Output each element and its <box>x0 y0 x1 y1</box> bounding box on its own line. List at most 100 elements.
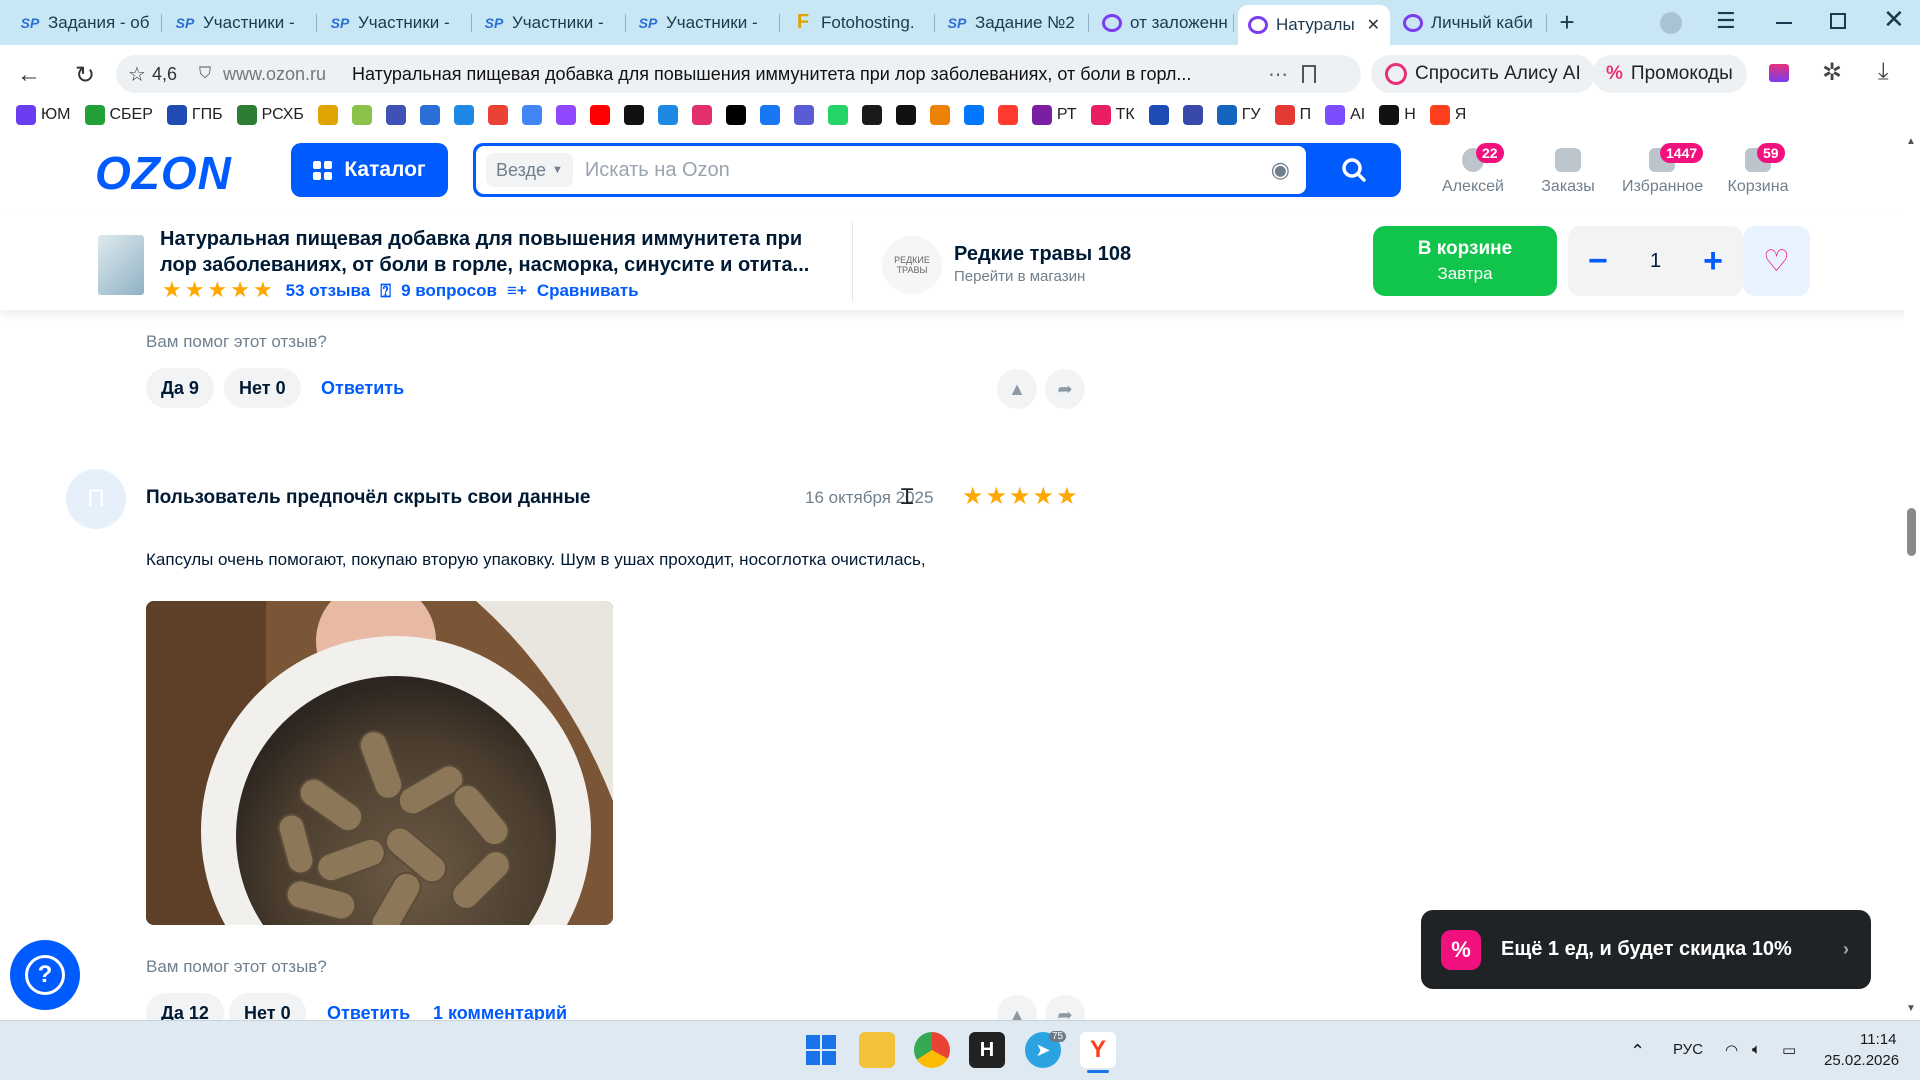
reload-icon[interactable]: ↻ <box>70 60 100 90</box>
plus-button[interactable]: + <box>1703 242 1723 281</box>
helpful-yes-button[interactable]: Да 9 <box>146 368 214 408</box>
volume-icon[interactable]: 🔈︎ <box>1752 1041 1761 1058</box>
bookmark-item[interactable] <box>793 105 814 125</box>
reply-link[interactable]: Ответить <box>321 378 404 399</box>
favorite-button[interactable]: ♡ <box>1743 226 1810 296</box>
alice-button[interactable]: Спросить Алису AI <box>1371 55 1595 93</box>
bookmark-item[interactable]: ЮМ <box>16 105 71 125</box>
bookmark-item[interactable] <box>1148 105 1169 125</box>
bookmark-item[interactable] <box>555 105 576 125</box>
bookmark-item[interactable]: ТК <box>1090 105 1135 125</box>
browser-tab[interactable]: F Fotohosting. <box>783 6 935 39</box>
bookmark-item[interactable]: Я <box>1429 105 1466 125</box>
search-scope-select[interactable]: Везде ▼ <box>486 153 573 187</box>
restore-window-icon[interactable] <box>1830 13 1846 29</box>
browser-tab[interactable]: SP Участники - <box>628 6 780 39</box>
product-title[interactable]: Натуральная пищевая добавка для повышени… <box>160 226 840 278</box>
bookmark-item[interactable] <box>487 105 508 125</box>
clock-time[interactable]: 11:14 <box>1860 1031 1896 1048</box>
bookmark-item[interactable] <box>1182 105 1203 125</box>
back-arrow-icon[interactable]: ← <box>14 60 44 90</box>
windows-start-icon[interactable] <box>803 1032 839 1068</box>
shop-link[interactable]: Перейти в магазин <box>954 268 1085 285</box>
yandex-browser-icon[interactable]: Y <box>1080 1032 1116 1068</box>
bookmark-item[interactable]: СБЕР <box>84 105 153 125</box>
file-explorer-icon[interactable] <box>859 1032 895 1068</box>
bookmark-item[interactable] <box>759 105 780 125</box>
new-tab-button[interactable]: + <box>1554 9 1580 36</box>
bookmark-item[interactable] <box>691 105 712 125</box>
report-warning-icon[interactable]: ▲ <box>997 369 1037 409</box>
minus-button[interactable]: − <box>1588 242 1608 281</box>
bookmark-item[interactable] <box>589 105 610 125</box>
more-icon[interactable]: ⋯ <box>1268 62 1288 87</box>
browser-tab[interactable]: SP Участники - <box>165 6 317 39</box>
close-tab-icon[interactable]: ✕ <box>1367 15 1380 35</box>
bookmark-item[interactable] <box>861 105 882 125</box>
bookmark-item[interactable]: П <box>1274 105 1311 125</box>
shield-icon[interactable]: ⛉ <box>199 65 211 83</box>
address-bar[interactable]: ☆ 4,6 ⛉ www.ozon.ru Натуральная пищевая … <box>116 55 1361 93</box>
catalog-button[interactable]: Каталог <box>291 143 448 197</box>
wifi-icon[interactable]: ◠ <box>1725 1041 1738 1059</box>
chrome-icon[interactable] <box>914 1032 950 1068</box>
browser-tab[interactable]: Личный каби <box>1393 6 1547 39</box>
bookmark-item[interactable] <box>453 105 474 125</box>
bookmark-item[interactable]: Н <box>1379 105 1416 125</box>
battery-icon[interactable]: ▭ <box>1782 1041 1796 1059</box>
bookmark-item[interactable]: ГПБ <box>166 105 223 125</box>
shop-name[interactable]: Редкие травы 108 <box>954 243 1131 266</box>
search-input[interactable]: Везде ▼ Искать на Ozon ◉ <box>476 146 1306 194</box>
bookmark-item[interactable] <box>385 105 406 125</box>
bookmark-item[interactable] <box>827 105 848 125</box>
camera-icon[interactable]: ◉ <box>1271 157 1290 183</box>
scroll-down-arrow-icon[interactable]: ▼ <box>1906 1003 1916 1014</box>
bookmark-item[interactable]: РСХБ <box>236 105 304 125</box>
help-button[interactable]: ? <box>10 940 80 1010</box>
bookmark-item[interactable] <box>963 105 984 125</box>
search-submit-button[interactable] <box>1336 152 1372 188</box>
product-thumbnail[interactable] <box>98 235 144 295</box>
clock-date[interactable]: 25.02.2026 <box>1824 1052 1899 1069</box>
language-indicator[interactable]: РУС <box>1673 1041 1703 1058</box>
bookmark-item[interactable] <box>521 105 542 125</box>
shop-logo[interactable]: РЕДКИЕ ТРАВЫ <box>882 236 942 294</box>
header-orders-button[interactable]: Заказы <box>1528 148 1608 196</box>
star-rating-icon[interactable]: ☆ <box>128 62 146 87</box>
bookmark-item[interactable] <box>351 105 372 125</box>
reviews-link[interactable]: 53 отзыва <box>286 281 371 301</box>
browser-tab[interactable]: SP Участники - <box>320 6 472 39</box>
minimize-window-icon[interactable] <box>1776 22 1792 24</box>
bookmark-item[interactable] <box>725 105 746 125</box>
review-photo[interactable] <box>146 601 613 925</box>
compare-link[interactable]: Сравнивать <box>537 281 639 301</box>
promocodes-button[interactable]: % Промокоды <box>1592 55 1747 93</box>
bookmark-icon[interactable] <box>1302 65 1317 83</box>
extensions-icon[interactable]: ✲ <box>1822 58 1842 87</box>
bookmark-item[interactable] <box>657 105 678 125</box>
ozon-logo[interactable]: OZON <box>95 146 232 200</box>
hh-app-icon[interactable]: H <box>969 1032 1005 1068</box>
bookmark-item[interactable] <box>929 105 950 125</box>
bookmark-item[interactable] <box>419 105 440 125</box>
bookmark-item[interactable] <box>997 105 1018 125</box>
scrollbar-track[interactable] <box>1904 135 1920 1020</box>
helpful-no-button[interactable]: Нет 0 <box>224 368 301 408</box>
menu-icon[interactable]: ☰ <box>1716 8 1736 34</box>
close-window-icon[interactable]: ✕ <box>1883 4 1905 35</box>
downloads-icon[interactable]: ⤓ <box>1878 58 1889 86</box>
browser-tab[interactable]: Натуралы ✕ <box>1238 5 1390 45</box>
scroll-up-arrow-icon[interactable]: ▲ <box>1906 136 1916 147</box>
in-cart-button[interactable]: В корзине Завтра <box>1373 226 1557 296</box>
bookmark-item[interactable] <box>895 105 916 125</box>
browser-tab[interactable]: SP Задания - об <box>10 6 162 39</box>
browser-tab[interactable]: SP Задание №2 <box>937 6 1089 39</box>
browser-tab[interactable]: SP Участники - <box>474 6 626 39</box>
bookmark-item[interactable] <box>317 105 338 125</box>
share-icon[interactable]: ➦ <box>1045 369 1085 409</box>
bookmark-item[interactable]: РТ <box>1031 105 1077 125</box>
profile-icon[interactable] <box>1660 12 1682 34</box>
discount-promo-toast[interactable]: % Ещё 1 ед, и будет скидка 10% › <box>1421 910 1871 989</box>
questions-link[interactable]: 9 вопросов <box>401 281 497 301</box>
scrollbar-thumb[interactable] <box>1907 508 1916 556</box>
